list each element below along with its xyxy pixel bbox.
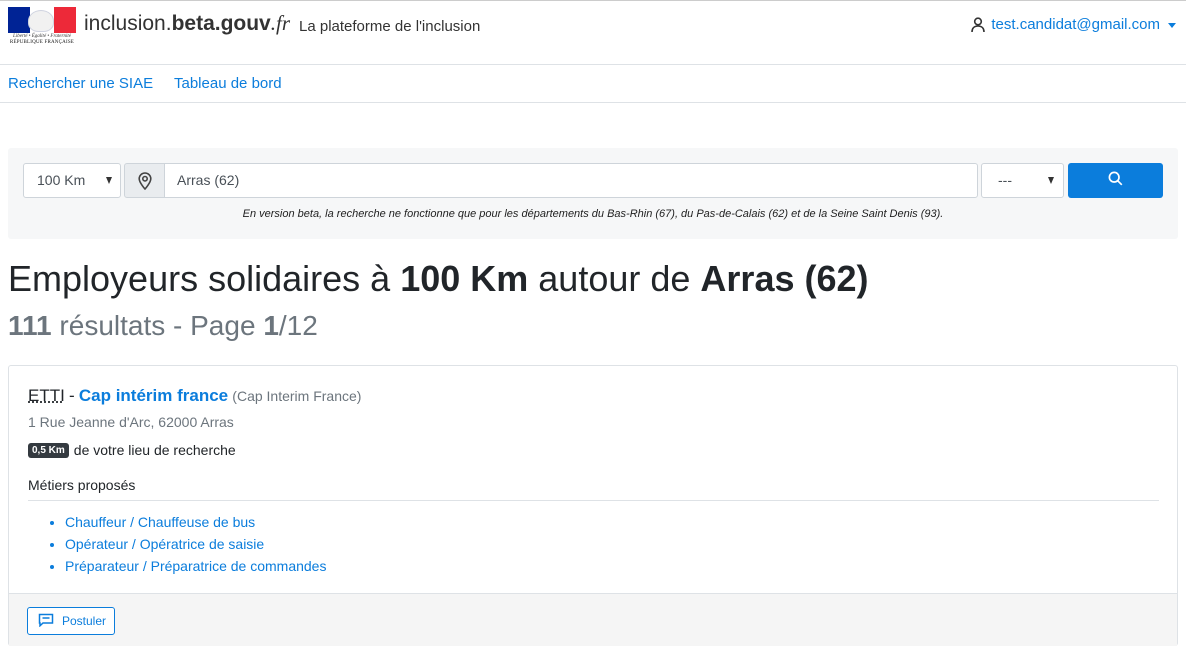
site-tagline: La plateforme de l'inclusion [299, 18, 481, 35]
results-total-pages: /12 [278, 310, 318, 341]
search-button[interactable] [1068, 163, 1163, 198]
distance-line: 0,5 Km de votre lieu de recherche [28, 442, 236, 458]
user-menu[interactable]: test.candidat@gmail.com [971, 16, 1176, 33]
distance-select-value: 100 Km [37, 172, 86, 188]
card-footer: Postuler [9, 593, 1177, 646]
brand-italic: .fr [270, 11, 291, 35]
nav-search-siae[interactable]: Rechercher une SIAE [8, 75, 153, 92]
republique-francaise-logo[interactable]: Liberté • Égalité • Fraternité RÉPUBLIQU… [8, 7, 76, 45]
apply-label: Postuler [62, 614, 107, 628]
kind-select[interactable]: --- [981, 163, 1064, 198]
city-input-value: Arras (62) [177, 172, 240, 188]
beta-note: En version beta, la recherche ne fonctio… [242, 208, 944, 220]
select-arrow-icon [106, 177, 112, 184]
results-count: 111 [8, 310, 52, 341]
chat-bubble-icon [38, 613, 54, 630]
apply-button[interactable]: Postuler [27, 607, 115, 635]
title-middle: autour de [538, 258, 691, 299]
card-separator: - [69, 386, 75, 405]
brand-bold: beta.gouv [171, 12, 271, 35]
structure-brand: (Cap Interim France) [232, 388, 362, 404]
nav-dashboard[interactable]: Tableau de bord [174, 75, 282, 92]
location-pin-icon [124, 163, 165, 198]
distance-badge: 0,5 Km [28, 442, 69, 458]
logo-motto: Liberté • Égalité • Fraternité [13, 34, 71, 39]
distance-select[interactable]: 100 Km [23, 163, 121, 198]
job-link[interactable]: Opérateur / Opératrice de saisie [65, 533, 326, 555]
chevron-down-icon [1168, 22, 1176, 28]
select-arrow-icon [1048, 177, 1054, 184]
user-icon [971, 16, 986, 33]
search-icon [1108, 171, 1123, 190]
job-link[interactable]: Chauffeur / Chauffeuse de bus [65, 511, 326, 533]
jobs-title: Métiers proposés [28, 477, 136, 493]
structure-kind[interactable]: ETTI [28, 386, 65, 405]
title-city: Arras (62) [700, 258, 869, 299]
kind-select-value: --- [998, 172, 1012, 188]
structure-name-link[interactable]: Cap intérim france [79, 386, 228, 405]
page-title: Employeurs solidaires à 100 Km autour de… [8, 258, 869, 300]
user-email: test.candidat@gmail.com [991, 16, 1160, 33]
top-header: Liberté • Égalité • Fraternité RÉPUBLIQU… [0, 0, 1186, 65]
search-panel: 100 Km Arras (62) --- En version beta, l… [8, 148, 1178, 239]
distance-text: de votre lieu de recherche [73, 442, 236, 458]
results-label: résultats - Page [59, 310, 256, 341]
logo-republic-text: RÉPUBLIQUE FRANÇAISE [9, 40, 75, 45]
card-header: ETTI - Cap intérim france (Cap Interim F… [28, 386, 361, 406]
title-distance: 100 Km [400, 258, 529, 299]
divider [28, 500, 1159, 501]
structure-address: 1 Rue Jeanne d'Arc, 62000 Arras [28, 414, 234, 430]
results-summary: 111 résultats - Page 1/12 [8, 308, 318, 344]
city-input[interactable]: Arras (62) [164, 163, 978, 198]
main-nav: Rechercher une SIAE Tableau de bord [0, 65, 1186, 103]
title-prefix: Employeurs solidaires à [8, 258, 391, 299]
result-card: ETTI - Cap intérim france (Cap Interim F… [8, 365, 1178, 646]
job-link[interactable]: Préparateur / Préparatrice de commandes [65, 555, 326, 577]
jobs-list: Chauffeur / Chauffeuse de bus Opérateur … [47, 511, 326, 577]
results-page: 1 [263, 310, 279, 341]
site-brand[interactable]: inclusion.beta.gouv.fr [84, 11, 290, 36]
brand-plain: inclusion. [84, 12, 172, 35]
marianne-icon [28, 10, 54, 32]
